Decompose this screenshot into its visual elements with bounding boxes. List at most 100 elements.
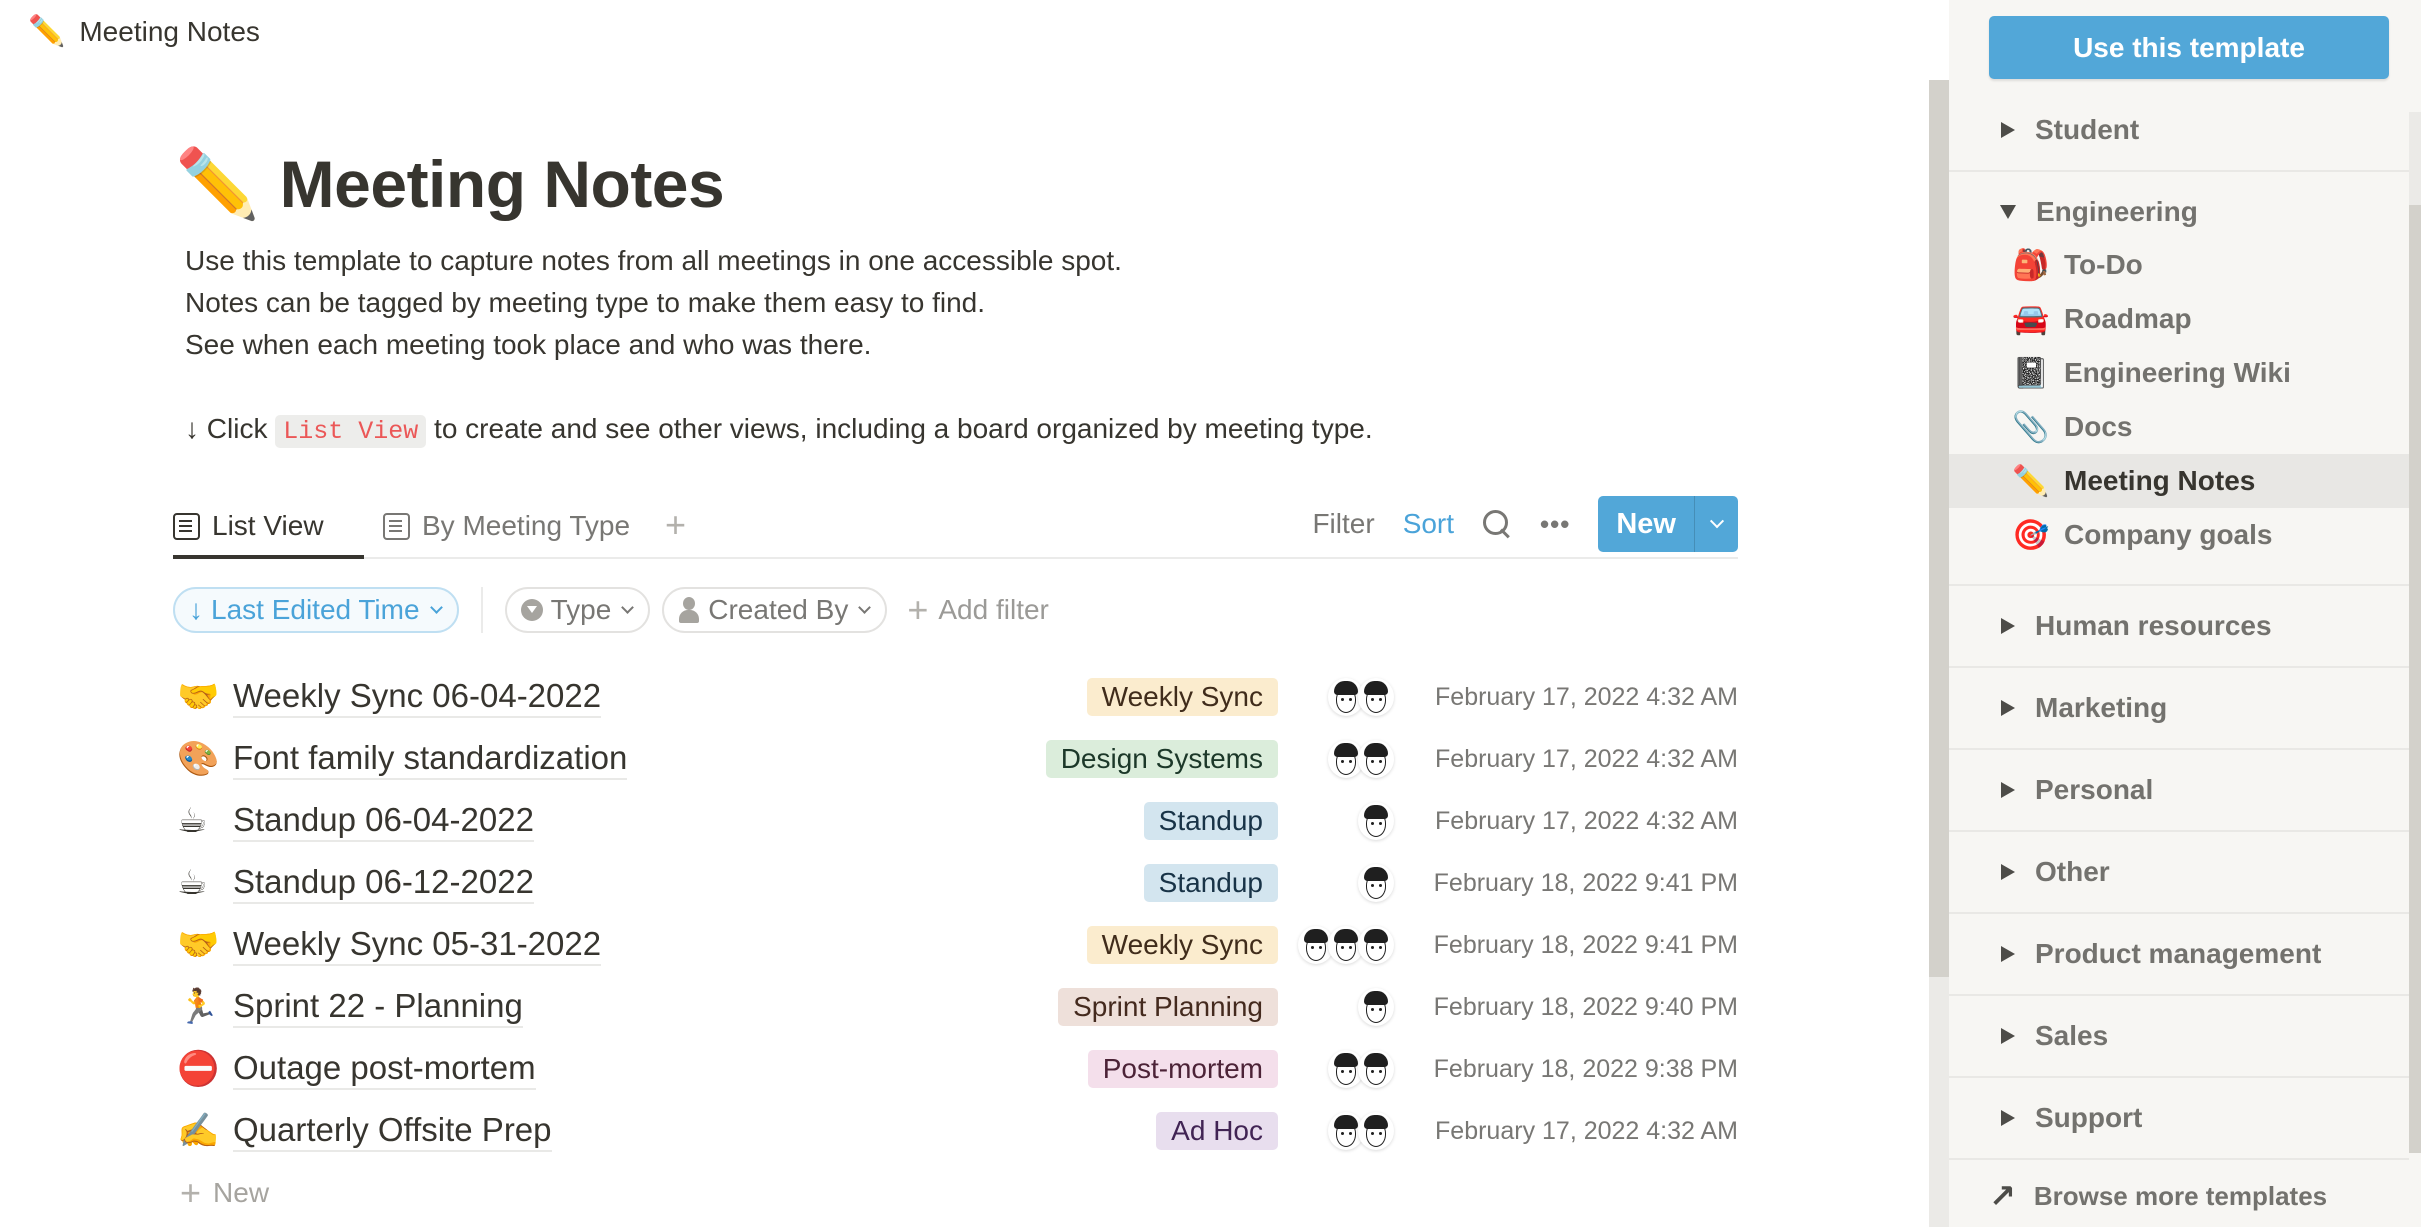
new-button[interactable]: New bbox=[1598, 496, 1694, 552]
list-item[interactable]: ⛔ Outage post-mortem Post-mortem February 1… bbox=[173, 1038, 1738, 1100]
meeting-type-tag: Standup bbox=[1143, 802, 1278, 840]
database-toolbar: Filter Sort ••• New bbox=[1312, 495, 1738, 553]
sidebar-category-other: Other bbox=[1949, 832, 2409, 914]
list-view-icon bbox=[383, 512, 410, 540]
list-view-icon bbox=[173, 512, 200, 540]
sidebar-category-toggle[interactable]: Student bbox=[1949, 90, 2409, 170]
avatar bbox=[1358, 1112, 1394, 1150]
sidebar-category-support: Support bbox=[1949, 1078, 2409, 1160]
main-scrollbar-thumb[interactable] bbox=[1929, 80, 1949, 977]
sort-button[interactable]: Sort bbox=[1403, 508, 1454, 540]
tab-by-meeting-type[interactable]: By Meeting Type bbox=[383, 495, 630, 557]
sort-chip-last-edited[interactable]: ↓ Last Edited Time bbox=[173, 587, 459, 633]
plus-icon: + bbox=[180, 1172, 202, 1213]
sidebar-scrollbar-thumb[interactable] bbox=[2409, 205, 2421, 1153]
chip-label: Type bbox=[550, 594, 612, 625]
more-options-icon[interactable]: ••• bbox=[1540, 509, 1570, 540]
sidebar-category-toggle[interactable]: Sales bbox=[1949, 996, 2409, 1076]
list-item[interactable]: ☕ Standup 06-04-2022 Standup February 17, 2… bbox=[173, 790, 1738, 852]
sidebar-category-toggle[interactable]: Human resources bbox=[1949, 586, 2409, 666]
item-properties: Design Systems February 17, 2022 4:32 AM bbox=[1045, 728, 1738, 790]
filter-button[interactable]: Filter bbox=[1312, 508, 1374, 540]
meeting-type-tag: Weekly Sync bbox=[1086, 678, 1278, 716]
item-title[interactable]: Sprint 22 - Planning bbox=[233, 986, 523, 1028]
chip-label: Created By bbox=[708, 594, 849, 625]
sidebar-category-label: Personal bbox=[2035, 774, 2154, 805]
description-line: Notes can be tagged by meeting type to m… bbox=[185, 287, 986, 318]
sidebar-category-toggle[interactable]: Support bbox=[1949, 1078, 2409, 1158]
template-emoji-icon: ✏️ bbox=[2012, 464, 2050, 498]
breadcrumb-page-title[interactable]: Meeting Notes bbox=[79, 16, 260, 48]
database-view-bar: List View By Meeting Type + Filter Sort … bbox=[173, 495, 1738, 559]
sidebar-category-engineering: Engineering 🎒 To-Do 🚘 Roadmap 📓 Engineering Wi… bbox=[1949, 172, 2409, 586]
list-item[interactable]: 🎨 Font family standardization Design Syste… bbox=[173, 728, 1738, 790]
new-dropdown-button[interactable] bbox=[1694, 496, 1738, 552]
select-property-icon bbox=[520, 599, 543, 621]
template-emoji-icon: 🎒 bbox=[2012, 248, 2050, 282]
page-emoji-icon: 🤝 bbox=[177, 926, 220, 964]
sidebar-item-roadmap[interactable]: 🚘 Roadmap bbox=[1949, 292, 2409, 346]
avatar bbox=[1358, 864, 1394, 902]
sidebar-category-sales: Sales bbox=[1949, 996, 2409, 1078]
pencil-icon: ✏️ bbox=[28, 15, 66, 48]
item-title[interactable]: Standup 06-12-2022 bbox=[233, 862, 534, 904]
sidebar-category-label: Product management bbox=[2035, 938, 2322, 969]
chevron-down-icon bbox=[429, 600, 443, 614]
page-pencil-icon[interactable]: ✏️ bbox=[175, 150, 260, 218]
item-title[interactable]: Standup 06-04-2022 bbox=[233, 800, 534, 842]
add-view-button[interactable]: + bbox=[665, 507, 686, 543]
triangle-right-icon bbox=[2001, 618, 2015, 634]
item-title[interactable]: Weekly Sync 05-31-2022 bbox=[233, 924, 602, 966]
filter-chip-created-by[interactable]: Created By bbox=[662, 587, 888, 633]
sidebar-item-to-do[interactable]: 🎒 To-Do bbox=[1949, 238, 2409, 292]
list-item[interactable]: 🤝 Weekly Sync 05-31-2022 Weekly Sync Februa… bbox=[173, 914, 1738, 976]
list-item[interactable]: 🏃 Sprint 22 - Planning Sprint Planning Febr… bbox=[173, 976, 1738, 1038]
item-title[interactable]: Weekly Sync 06-04-2022 bbox=[233, 676, 602, 718]
sidebar-item-meeting-notes[interactable]: ✏️ Meeting Notes bbox=[1949, 454, 2409, 508]
sidebar-category-toggle[interactable]: Marketing bbox=[1949, 668, 2409, 748]
sidebar-category-human-resources: Human resources bbox=[1949, 586, 2409, 668]
last-edited-date: February 17, 2022 4:32 AM bbox=[1435, 682, 1738, 711]
item-properties: Ad Hoc February 17, 2022 4:32 AM bbox=[1156, 1100, 1738, 1162]
sidebar-category-toggle[interactable]: Other bbox=[1949, 832, 2409, 912]
description-line: Use this template to capture notes from … bbox=[185, 245, 1122, 276]
attendees bbox=[1300, 740, 1400, 778]
last-edited-date: February 18, 2022 9:41 PM bbox=[1433, 868, 1738, 897]
tab-label: By Meeting Type bbox=[422, 510, 631, 541]
use-this-template-button[interactable]: Use this template bbox=[1989, 16, 2389, 79]
sidebar-item-label: Meeting Notes bbox=[2064, 465, 2256, 496]
search-icon[interactable] bbox=[1482, 509, 1512, 539]
chip-label: Last Edited Time bbox=[211, 594, 420, 625]
hint-prefix: ↓ Click bbox=[185, 413, 268, 444]
item-title[interactable]: Outage post-mortem bbox=[233, 1048, 536, 1090]
filter-bar: ↓ Last Edited Time Type Created By + Add… bbox=[173, 586, 1049, 634]
chevron-down-icon bbox=[858, 600, 872, 614]
browse-more-templates-link[interactable]: ↗ Browse more templates bbox=[1989, 1177, 2327, 1215]
tab-label: List View bbox=[212, 510, 324, 541]
sidebar-category-product-management: Product management bbox=[1949, 914, 2409, 996]
sidebar-category-toggle[interactable]: Product management bbox=[1949, 914, 2409, 994]
page-emoji-icon: 🎨 bbox=[177, 740, 220, 778]
page-emoji-icon: 🤝 bbox=[177, 678, 220, 716]
avatar bbox=[1358, 740, 1394, 778]
triangle-right-icon bbox=[2001, 864, 2015, 880]
list-item[interactable]: 🤝 Weekly Sync 06-04-2022 Weekly Sync Februa… bbox=[173, 666, 1738, 728]
sidebar-item-engineering-wiki[interactable]: 📓 Engineering Wiki bbox=[1949, 346, 2409, 400]
sidebar-item-label: Company goals bbox=[2064, 519, 2273, 550]
last-edited-date: February 18, 2022 9:41 PM bbox=[1433, 930, 1738, 959]
add-new-row-button[interactable]: + New bbox=[180, 1175, 269, 1211]
item-title[interactable]: Font family standardization bbox=[233, 738, 628, 780]
add-filter-button[interactable]: + Add filter bbox=[907, 592, 1049, 628]
sidebar-item-docs[interactable]: 📎 Docs bbox=[1949, 400, 2409, 454]
tab-list-view[interactable]: List View bbox=[173, 495, 364, 559]
sidebar-item-company-goals[interactable]: 🎯 Company goals bbox=[1949, 508, 2409, 562]
filter-chip-type[interactable]: Type bbox=[504, 587, 651, 633]
sidebar-category-personal: Personal bbox=[1949, 750, 2409, 832]
attendees bbox=[1300, 678, 1400, 716]
sidebar-category-toggle[interactable]: Personal bbox=[1949, 750, 2409, 830]
item-title[interactable]: Quarterly Offsite Prep bbox=[233, 1110, 552, 1152]
triangle-right-icon bbox=[2001, 782, 2015, 798]
list-item[interactable]: ✍️ Quarterly Offsite Prep Ad Hoc February 1… bbox=[173, 1100, 1738, 1162]
list-item[interactable]: ☕ Standup 06-12-2022 Standup February 18, 2… bbox=[173, 852, 1738, 914]
meeting-type-tag: Post-mortem bbox=[1087, 1050, 1278, 1088]
